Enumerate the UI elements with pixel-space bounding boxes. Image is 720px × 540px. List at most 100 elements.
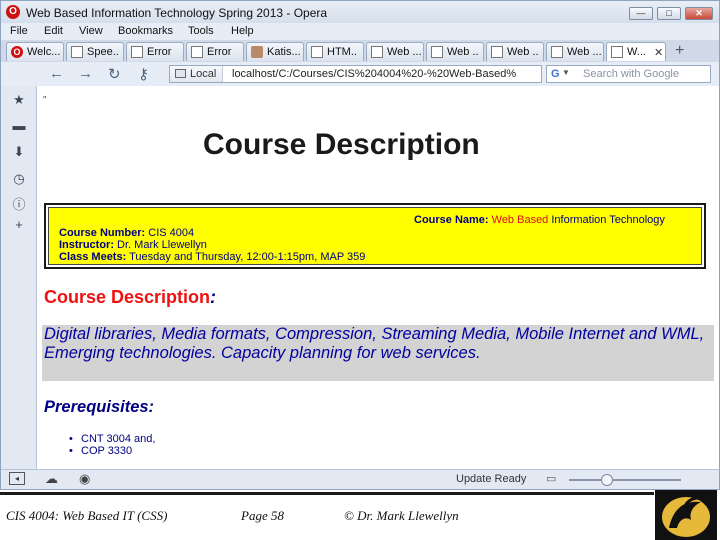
menu-tools[interactable]: Tools (188, 25, 214, 37)
description-heading-colon: : (210, 287, 217, 307)
zoom-slider-handle[interactable] (601, 474, 613, 486)
footer-author: © Dr. Mark Llewellyn (344, 508, 459, 523)
course-name-line: Course Name: Web Based Information Techn… (414, 214, 665, 226)
tab-label: Web ... (387, 46, 422, 58)
local-computer-icon (175, 69, 186, 78)
tab-error-2[interactable]: Error (186, 42, 244, 61)
list-item: CNT 3004 and, (69, 433, 155, 445)
reload-icon[interactable]: ↻ (108, 65, 121, 83)
page-tab-icon (131, 46, 143, 58)
course-name-value-red: Web Based (488, 214, 549, 226)
minimize-button[interactable]: — (629, 7, 653, 20)
local-badge[interactable]: Local (170, 66, 224, 82)
course-number-value: CIS 4004 (145, 227, 195, 239)
page-tab-icon (551, 46, 563, 58)
tab-label: Welc... (27, 46, 61, 58)
description-heading-text: Course Description (44, 287, 211, 307)
opera-logo-icon[interactable]: O (6, 5, 20, 19)
tab-label: Error (147, 46, 172, 58)
zoom-slider[interactable] (569, 479, 681, 481)
back-icon[interactable]: ← (49, 65, 64, 82)
key-icon[interactable]: ⚷ (138, 65, 149, 83)
description-box: Digital libraries, Media formats, Compre… (42, 325, 714, 381)
description-text: Digital libraries, Media formats, Compre… (44, 325, 705, 362)
page-viewport: " Course Description Course Number: CIS … (37, 86, 719, 469)
course-number-label: Course Number: (59, 227, 146, 239)
browser-window: O Web Based Information Technology Sprin… (0, 0, 720, 490)
tab-html[interactable]: HTM.. (306, 42, 364, 61)
class-meets-line: Class Meets: Tuesday and Thursday, 12:00… (59, 251, 365, 263)
url-text: localhost/C:/Courses/CIS%204004%20-%20We… (232, 68, 517, 80)
menu-bookmarks[interactable]: Bookmarks (118, 25, 173, 37)
search-placeholder: Search with Google (583, 68, 679, 80)
page-tab-icon (71, 46, 83, 58)
url-input[interactable]: Local localhost/C:/Courses/CIS%204004%20… (169, 65, 542, 83)
course-info-panel: Course Number: CIS 4004 Instructor: Dr. … (48, 207, 702, 265)
address-bar: ← → ↻ ⚷ Local localhost/C:/Courses/CIS%2… (1, 62, 719, 86)
page-tab-icon (371, 46, 383, 58)
tab-welcome[interactable]: O Welc... (6, 42, 64, 61)
page-tab-icon (191, 46, 203, 58)
new-tab-button[interactable]: + (675, 42, 684, 60)
panel-toggle-icon[interactable]: ◂ (9, 472, 25, 485)
tab-label: Katis... (267, 46, 301, 58)
status-bar: ◂ ☁ ◉ Update Ready ▭ (1, 469, 719, 489)
notes-icon[interactable]: ▬ (11, 118, 27, 134)
downloads-icon[interactable]: ⬇ (11, 144, 27, 160)
google-icon[interactable]: G (551, 68, 560, 80)
page-tab-icon (431, 46, 443, 58)
history-clock-icon[interactable]: ◷ (11, 171, 27, 187)
local-badge-label: Local (190, 68, 217, 80)
tab-web-4[interactable]: Web ... (546, 42, 604, 61)
description-heading: Course Description: (44, 287, 216, 308)
course-name-value: Information Technology (548, 214, 665, 226)
avatar-tab-icon (251, 46, 263, 58)
footer-course: CIS 4004: Web Based IT (CSS) (6, 508, 168, 523)
turbo-icon[interactable]: ◉ (79, 471, 90, 487)
close-button[interactable]: ✕ (685, 7, 713, 20)
tab-close-icon[interactable]: ✕ (654, 46, 663, 59)
cloud-icon[interactable]: ☁ (45, 471, 58, 487)
add-panel-icon[interactable]: + (11, 217, 27, 233)
tab-label: Error (207, 46, 232, 58)
view-icon[interactable]: ▭ (546, 472, 556, 485)
menu-help[interactable]: Help (231, 25, 254, 37)
tab-web-1[interactable]: Web ... (366, 42, 424, 61)
course-name-label: Course Name: (414, 214, 489, 226)
slide-footer: CIS 4004: Web Based IT (CSS) Page 58 © D… (0, 490, 720, 540)
tab-label: Web .. (507, 46, 539, 58)
search-input[interactable]: G ▼ Search with Google (546, 65, 711, 83)
tab-active[interactable]: W... ✕ (606, 42, 666, 61)
title-bar: O Web Based Information Technology Sprin… (1, 1, 719, 23)
chevron-down-icon[interactable]: ▼ (562, 68, 570, 77)
list-item: COP 3330 (69, 445, 155, 457)
page-mark: " (43, 95, 47, 106)
window-title: Web Based Information Technology Spring … (26, 6, 328, 20)
tab-error-1[interactable]: Error (126, 42, 184, 61)
class-meets-value: Tuesday and Thursday, 12:00-1:15pm, MAP … (126, 251, 366, 263)
menu-edit[interactable]: Edit (44, 25, 63, 37)
info-icon[interactable]: ⓘ (11, 197, 27, 213)
tab-web-2[interactable]: Web .. (426, 42, 484, 61)
tab-label: Web .. (447, 46, 479, 58)
footer-page: Page 58 (241, 508, 284, 523)
status-text: Update Ready (456, 473, 527, 485)
tab-label: W... (627, 46, 646, 58)
instructor-line: Instructor: Dr. Mark Llewellyn (59, 239, 207, 251)
tab-bar: O Welc... Speе.. Error Error Katis... HT… (1, 40, 719, 62)
class-meets-label: Class Meets: (59, 251, 127, 263)
forward-icon[interactable]: → (78, 65, 93, 82)
tab-speed-dial[interactable]: Speе.. (66, 42, 124, 61)
menu-view[interactable]: View (79, 25, 103, 37)
page-tab-icon (311, 46, 323, 58)
tab-web-3[interactable]: Web .. (486, 42, 544, 61)
menu-file[interactable]: File (10, 25, 28, 37)
instructor-label: Instructor: (59, 239, 114, 251)
bookmarks-star-icon[interactable]: ★ (11, 92, 27, 108)
tab-label: Speе.. (87, 46, 119, 58)
tab-katis[interactable]: Katis... (246, 42, 304, 61)
ucf-pegasus-logo (655, 490, 717, 540)
maximize-button[interactable]: □ (657, 7, 681, 20)
instructor-value: Dr. Mark Llewellyn (114, 239, 207, 251)
page-tab-icon (491, 46, 503, 58)
